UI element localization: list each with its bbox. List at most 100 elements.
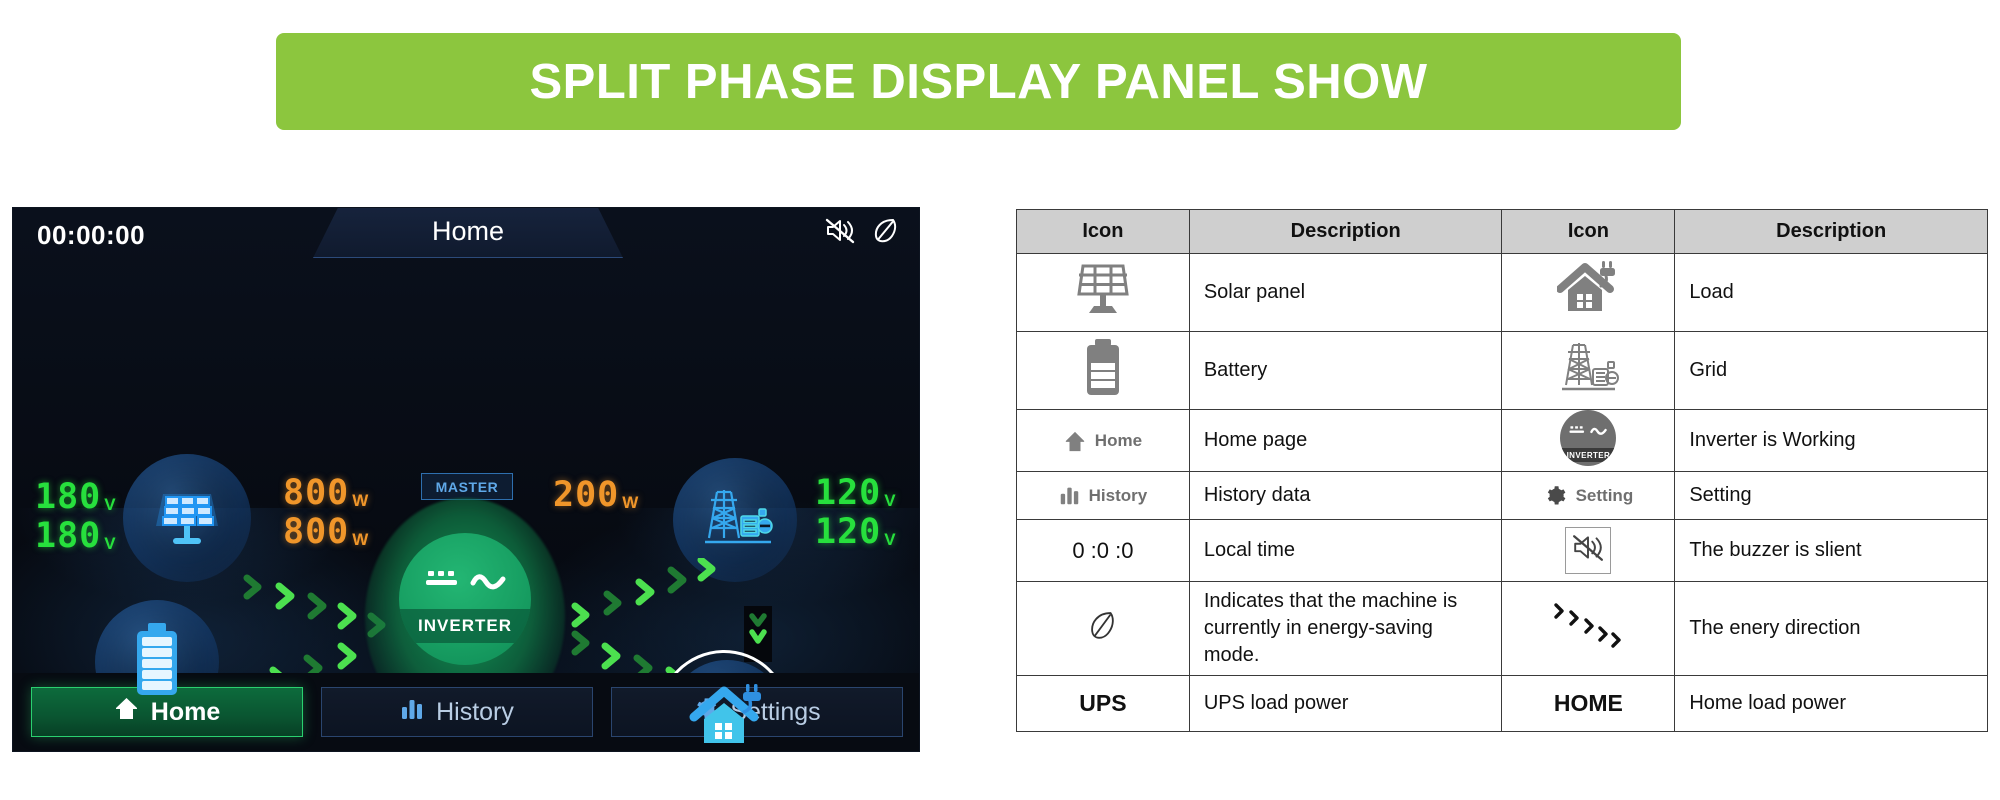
legend-desc-history: History data bbox=[1188, 471, 1503, 520]
table-row: Solar panel Load bbox=[1016, 253, 1988, 332]
legend-home-text: HOME bbox=[1553, 690, 1623, 716]
legend-header-icon-1: Icon bbox=[1016, 209, 1190, 254]
pv-voltage-l2: 180 bbox=[35, 516, 102, 556]
legend-desc-home-power: Home load power bbox=[1674, 675, 1988, 732]
eco-leaf-icon[interactable] bbox=[873, 217, 899, 244]
pv-power-l1: 800 bbox=[283, 473, 350, 513]
bars-icon bbox=[400, 697, 424, 728]
eco-leaf-icon bbox=[1091, 612, 1114, 639]
legend-desc-home-page: Home page bbox=[1188, 409, 1503, 472]
home-icon bbox=[1065, 431, 1084, 451]
table-row: Indicates that the machine is currently … bbox=[1016, 581, 1988, 676]
grid-voltage-readout: 120 V 120 V bbox=[815, 476, 896, 550]
legend-table: Icon Description Icon Description Solar … bbox=[1016, 209, 1988, 732]
legend-icon-grid bbox=[1501, 331, 1676, 410]
legend-header-desc-1: Description bbox=[1188, 209, 1503, 254]
dc-symbol-icon bbox=[425, 571, 457, 585]
legend-icon-history-label: History bbox=[1088, 485, 1148, 505]
legend-icon-inverter: INVERTER bbox=[1501, 409, 1676, 472]
battery-icon bbox=[129, 620, 185, 705]
legend-icon-home-label: Home bbox=[1094, 430, 1143, 450]
screen-title: Home bbox=[431, 216, 505, 246]
legend-icon-energy-arrows bbox=[1501, 581, 1676, 676]
grid-power-unit: W bbox=[622, 493, 639, 512]
pv-voltage-l1-unit: V bbox=[104, 495, 116, 514]
legend-header-row: Icon Description Icon Description bbox=[1016, 209, 1988, 254]
legend-desc-battery: Battery bbox=[1188, 331, 1503, 410]
legend-desc-grid: Grid bbox=[1674, 331, 1988, 410]
page-title: SPLIT PHASE DISPLAY PANEL SHOW bbox=[529, 54, 1428, 109]
solar-panel-icon bbox=[1077, 264, 1129, 313]
legend-icon-solar-panel bbox=[1016, 253, 1190, 332]
nav-history-button[interactable]: History bbox=[321, 687, 593, 737]
legend-header-desc-2: Description bbox=[1674, 209, 1988, 254]
nav-home-label: Home bbox=[150, 697, 221, 726]
gear-icon bbox=[1547, 486, 1565, 505]
grid-voltage-l1-unit: V bbox=[884, 491, 896, 510]
legend-desc-energy-direction: The enery direction bbox=[1674, 581, 1988, 676]
table-row: History History data Setting Setting bbox=[1016, 471, 1988, 520]
status-icon-group bbox=[825, 217, 899, 244]
inverter-symbols bbox=[399, 567, 531, 593]
legend-header-icon-2: Icon bbox=[1501, 209, 1676, 254]
legend-local-time-text: 0 :0 :0 bbox=[1072, 537, 1134, 563]
grid-power: 200 bbox=[553, 475, 620, 515]
legend-icon-battery bbox=[1016, 331, 1190, 410]
solar-panel-bubble[interactable] bbox=[123, 454, 251, 582]
grid-voltage-l1: 120 bbox=[815, 473, 882, 513]
legend-icon-ups-text: UPS bbox=[1016, 675, 1190, 732]
legend-icon-inverter-label: INVERTER bbox=[1566, 450, 1611, 460]
page-title-banner: SPLIT PHASE DISPLAY PANEL SHOW bbox=[276, 33, 1681, 130]
pv-voltage-readout: 180 V 180 V bbox=[35, 480, 116, 554]
pv-voltage-l2-unit: V bbox=[104, 534, 116, 553]
buzzer-mute-icon[interactable] bbox=[825, 217, 855, 244]
grid-voltage-l2: 120 bbox=[815, 512, 882, 552]
pv-power-l2-unit: W bbox=[352, 530, 369, 549]
legend-icon-home-text: HOME bbox=[1501, 675, 1676, 732]
legend-desc-setting: Setting bbox=[1674, 471, 1988, 520]
table-row: Home Home page INVERTER Inverter is Work… bbox=[1016, 409, 1988, 472]
table-row: Battery Grid bbox=[1016, 331, 1988, 410]
pv-power-readout: 800 W 800 W bbox=[283, 476, 368, 550]
house-plug-icon bbox=[688, 681, 766, 752]
legend-ups-text: UPS bbox=[1079, 690, 1127, 716]
table-row: 0 :0 :0 Local time The buzzer is slient bbox=[1016, 519, 1988, 582]
battery-icon bbox=[1086, 339, 1119, 395]
legend-desc-load: Load bbox=[1674, 253, 1988, 332]
inverter-label-band: INVERTER bbox=[399, 609, 531, 643]
grid-tower-icon bbox=[695, 480, 775, 561]
clock-readout: 00:00:00 bbox=[37, 220, 146, 250]
legend-icon-load bbox=[1501, 253, 1676, 332]
buzzer-mute-icon bbox=[1573, 535, 1604, 561]
legend-desc-eco-mode: Indicates that the machine is currently … bbox=[1188, 581, 1503, 676]
page-root: SPLIT PHASE DISPLAY PANEL SHOW 00:00:00 … bbox=[0, 0, 2000, 800]
home-icon bbox=[114, 696, 139, 728]
legend-icon-setting-label: Setting bbox=[1575, 485, 1634, 505]
pv-power-l2: 800 bbox=[283, 512, 350, 552]
flow-arrows-inverter-to-grid bbox=[569, 558, 729, 628]
pv-voltage-l1: 180 bbox=[35, 477, 102, 517]
legend-desc-solar-panel: Solar panel bbox=[1188, 253, 1503, 332]
legend-icon-history: History bbox=[1016, 471, 1190, 520]
grid-power-readout: 200 W bbox=[553, 478, 638, 513]
legend-icon-local-time: 0 :0 :0 bbox=[1016, 519, 1190, 582]
solar-panel-icon bbox=[151, 480, 223, 557]
legend-desc-buzzer: The buzzer is slient bbox=[1674, 519, 1988, 582]
house-plug-icon bbox=[1556, 261, 1616, 311]
inverter-display-panel: 00:00:00 Home 180 V 180 V 800 W 800 W MA… bbox=[12, 207, 920, 752]
legend-icon-setting: Setting bbox=[1501, 471, 1676, 520]
legend-desc-local-time: Local time bbox=[1188, 519, 1503, 582]
legend-icon-buzzer-mute bbox=[1501, 519, 1676, 582]
inverter-bubble[interactable]: INVERTER bbox=[399, 533, 531, 665]
inverter-label: INVERTER bbox=[418, 616, 512, 635]
grid-tower-icon bbox=[1562, 343, 1620, 391]
legend-icon-eco-leaf bbox=[1016, 581, 1190, 676]
energy-arrows-icon bbox=[1554, 603, 1622, 648]
legend-desc-ups: UPS load power bbox=[1188, 675, 1503, 732]
legend-icon-home: Home bbox=[1016, 409, 1190, 472]
ac-symbol-icon bbox=[470, 574, 505, 590]
pv-power-l1-unit: W bbox=[352, 491, 369, 510]
bars-icon bbox=[1060, 487, 1078, 505]
status-bar: 00:00:00 Home bbox=[13, 208, 919, 266]
legend-desc-inverter: Inverter is Working bbox=[1674, 409, 1988, 472]
